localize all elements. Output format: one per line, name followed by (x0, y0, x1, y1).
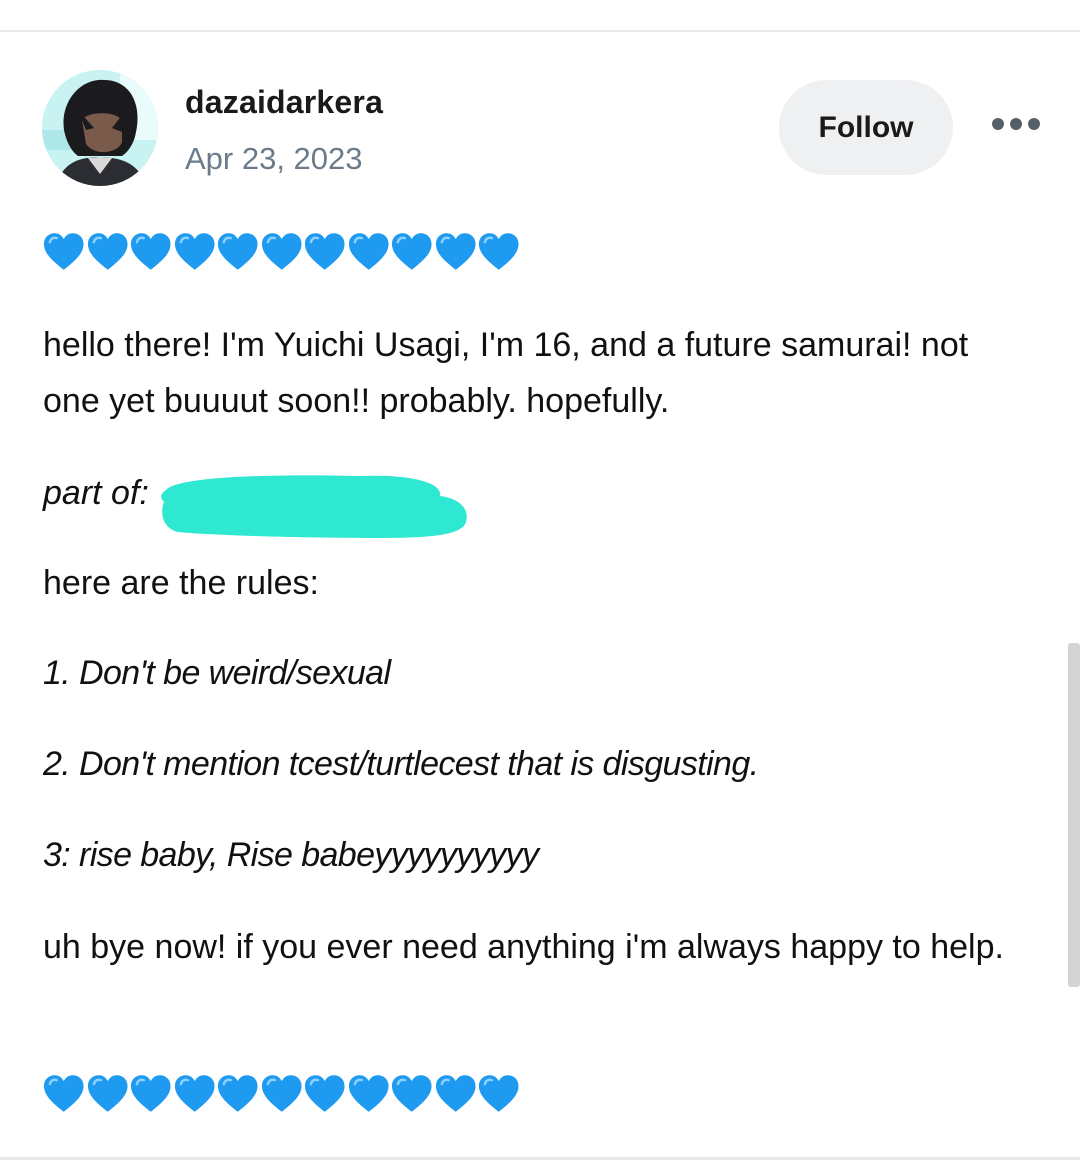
redaction-scribble (158, 468, 470, 540)
post-date[interactable]: Apr 23, 2023 (185, 141, 363, 177)
blue-heart-icon (87, 1075, 128, 1112)
blue-heart-icon (217, 233, 258, 270)
blue-heart-icon (391, 1075, 432, 1112)
follow-button[interactable]: Follow (779, 80, 953, 175)
rule-item-3: 3: rise baby, Rise babeyyyyyyyyyy (43, 836, 539, 874)
blue-heart-icon (478, 1075, 519, 1112)
blue-heart-icon (87, 233, 128, 270)
blue-heart-icon (304, 233, 345, 270)
blue-heart-icon (43, 233, 84, 270)
scrollbar[interactable] (1068, 643, 1080, 987)
rules-intro-text: here are the rules: (43, 564, 319, 602)
avatar[interactable] (42, 70, 158, 186)
blue-heart-icon (130, 1075, 171, 1112)
blue-heart-icon (304, 1075, 345, 1112)
blue-heart-icon (130, 233, 171, 270)
blue-heart-icon (43, 1075, 84, 1112)
post-username[interactable]: dazaidarkera (185, 84, 383, 121)
bottom-divider (0, 1157, 1080, 1160)
blue-heart-icon (348, 1075, 389, 1112)
blue-heart-icon (478, 233, 519, 270)
avatar-image (42, 70, 158, 186)
blue-hearts-row-top (42, 232, 521, 272)
ellipsis-icon (1028, 118, 1040, 130)
blue-heart-icon (348, 233, 389, 270)
blue-heart-icon (217, 1075, 258, 1112)
blue-heart-icon (435, 233, 476, 270)
ellipsis-icon (992, 118, 1004, 130)
blue-heart-icon (261, 1075, 302, 1112)
more-options-button[interactable] (988, 104, 1044, 144)
tumblr-post-screen: dazaidarkera Apr 23, 2023 Follow hello t… (0, 0, 1080, 1170)
ellipsis-icon (1010, 118, 1022, 130)
top-divider (0, 30, 1080, 32)
blue-heart-icon (174, 1075, 215, 1112)
blue-heart-icon (391, 233, 432, 270)
blue-heart-icon (174, 233, 215, 270)
blue-hearts-row-bottom (42, 1074, 521, 1114)
post-outro-text: uh bye now! if you ever need anything i'… (43, 928, 1004, 966)
blue-heart-icon (261, 233, 302, 270)
rule-item-1: 1. Don't be weird/sexual (43, 654, 391, 692)
blue-heart-icon (435, 1075, 476, 1112)
post-intro-text: hello there! I'm Yuichi Usagi, I'm 16, a… (43, 326, 969, 420)
rule-item-2: 2. Don't mention tcest/turtlecest that i… (43, 745, 759, 783)
